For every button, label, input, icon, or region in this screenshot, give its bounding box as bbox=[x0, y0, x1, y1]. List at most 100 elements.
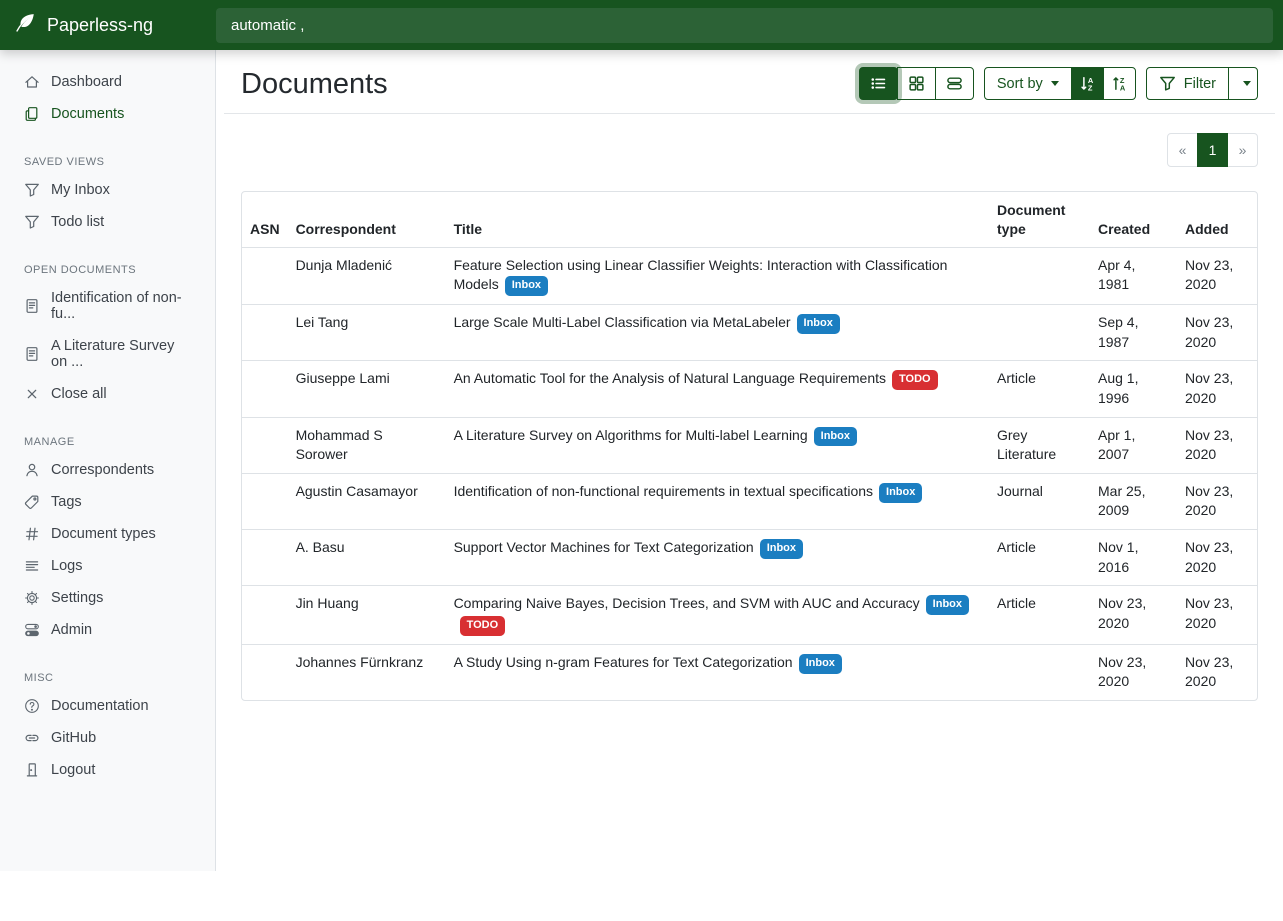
table-row: Giuseppe Lami An Automatic Tool for the A… bbox=[242, 361, 1257, 417]
document-title-link[interactable]: An Automatic Tool for the Analysis of Na… bbox=[454, 370, 886, 386]
brand[interactable]: Paperless-ng bbox=[0, 11, 216, 39]
page-title: Documents bbox=[241, 68, 388, 101]
filter-dropdown-toggle[interactable] bbox=[1228, 67, 1258, 100]
title-cell: An Automatic Tool for the Analysis of Na… bbox=[446, 361, 989, 417]
pagination-prev-button[interactable]: « bbox=[1167, 133, 1198, 167]
pagination-next-button[interactable]: » bbox=[1227, 133, 1258, 167]
sidebar-item-dashboard[interactable]: Dashboard bbox=[0, 66, 215, 98]
pagination-row: «1» bbox=[241, 133, 1258, 167]
correspondent-link[interactable]: Jin Huang bbox=[296, 595, 359, 611]
sidebar-item-admin[interactable]: Admin bbox=[0, 614, 215, 646]
tag-badge-inbox[interactable]: Inbox bbox=[814, 427, 857, 447]
document-title-link[interactable]: A Study Using n-gram Features for Text C… bbox=[454, 654, 793, 670]
document-title-link[interactable]: Identification of non-functional require… bbox=[454, 483, 873, 499]
correspondent-link[interactable]: Agustin Casamayor bbox=[296, 483, 418, 499]
document-title-link[interactable]: Comparing Naive Bayes, Decision Trees, a… bbox=[454, 595, 920, 611]
document-type-cell: Article bbox=[989, 361, 1090, 417]
created-cell: Mar 25, 2009 bbox=[1090, 473, 1177, 529]
added-cell: Nov 23, 2020 bbox=[1177, 361, 1257, 417]
correspondent-cell: Giuseppe Lami bbox=[288, 361, 446, 417]
tag-badge-inbox[interactable]: Inbox bbox=[879, 483, 922, 503]
sidebar-item-a-literature-survey-on[interactable]: A Literature Survey on ... bbox=[0, 330, 215, 378]
title-divider bbox=[224, 113, 1275, 114]
table-row: A. Basu Support Vector Machines for Text … bbox=[242, 529, 1257, 585]
sidebar-item-document-types[interactable]: Document types bbox=[0, 518, 215, 550]
tag-badge-inbox[interactable]: Inbox bbox=[797, 314, 840, 334]
correspondent-link[interactable]: Lei Tang bbox=[296, 314, 349, 330]
title-cell: A Literature Survey on Algorithms for Mu… bbox=[446, 417, 989, 473]
sidebar-item-github[interactable]: GitHub bbox=[0, 722, 215, 754]
added-cell: Nov 23, 2020 bbox=[1177, 586, 1257, 645]
view-list-button[interactable] bbox=[859, 67, 898, 100]
sidebar-item-logs[interactable]: Logs bbox=[0, 550, 215, 582]
sidebar-item-todo-list[interactable]: Todo list bbox=[0, 206, 215, 238]
sidebar-item-documentation[interactable]: Documentation bbox=[0, 690, 215, 722]
gear-icon bbox=[24, 590, 40, 606]
document-type-cell bbox=[989, 247, 1090, 304]
toggles-icon bbox=[24, 622, 40, 638]
asn-cell bbox=[242, 361, 288, 417]
document-title-link[interactable]: A Literature Survey on Algorithms for Mu… bbox=[454, 427, 808, 443]
column-header-created[interactable]: Created bbox=[1090, 192, 1177, 247]
filter-group: Filter bbox=[1146, 67, 1258, 100]
sidebar-item-identification-of-non-fu[interactable]: Identification of non-fu... bbox=[0, 282, 215, 330]
correspondent-cell: Agustin Casamayor bbox=[288, 473, 446, 529]
sidebar-item-correspondents[interactable]: Correspondents bbox=[0, 454, 215, 486]
correspondent-link[interactable]: Mohammad S Sorower bbox=[296, 427, 383, 463]
caret-down-icon bbox=[1051, 81, 1059, 86]
documents-table-card: ASNCorrespondentTitleDocument typeCreate… bbox=[241, 191, 1258, 701]
title-cell: Support Vector Machines for Text Categor… bbox=[446, 529, 989, 585]
hash-icon bbox=[24, 526, 40, 542]
column-header-correspondent[interactable]: Correspondent bbox=[288, 192, 446, 247]
column-header-document-type[interactable]: Document type bbox=[989, 192, 1090, 247]
title-cell: Identification of non-functional require… bbox=[446, 473, 989, 529]
tag-badge-todo[interactable]: TODO bbox=[460, 616, 506, 636]
sort-group: Sort by AZZA bbox=[984, 67, 1136, 100]
correspondent-link[interactable]: Johannes Fürnkranz bbox=[296, 654, 424, 670]
correspondent-link[interactable]: Giuseppe Lami bbox=[296, 370, 390, 386]
sort-up-za-button[interactable]: ZA bbox=[1103, 67, 1136, 100]
correspondent-cell: Johannes Fürnkranz bbox=[288, 644, 446, 700]
sidebar-item-label: Settings bbox=[51, 590, 103, 606]
column-header-asn[interactable]: ASN bbox=[242, 192, 288, 247]
sidebar-item-close-all[interactable]: Close all bbox=[0, 378, 215, 410]
sort-by-button[interactable]: Sort by bbox=[984, 67, 1072, 100]
tag-badge-inbox[interactable]: Inbox bbox=[926, 595, 969, 615]
sort-down-az-button[interactable]: AZ bbox=[1071, 67, 1104, 100]
tag-badge-inbox[interactable]: Inbox bbox=[760, 539, 803, 559]
column-header-title[interactable]: Title bbox=[446, 192, 989, 247]
created-cell: Nov 23, 2020 bbox=[1090, 644, 1177, 700]
funnel-icon bbox=[24, 182, 40, 198]
document-type-cell: Journal bbox=[989, 473, 1090, 529]
global-search-input[interactable] bbox=[216, 8, 1273, 43]
sidebar-item-label: Logout bbox=[51, 762, 95, 778]
sidebar-item-tags[interactable]: Tags bbox=[0, 486, 215, 518]
sidebar-item-label: Close all bbox=[51, 386, 107, 402]
asn-cell bbox=[242, 586, 288, 645]
document-type-cell bbox=[989, 305, 1090, 361]
created-cell: Apr 1, 2007 bbox=[1090, 417, 1177, 473]
sidebar-item-documents[interactable]: Documents bbox=[0, 98, 215, 130]
document-title-link[interactable]: Large Scale Multi-Label Classification v… bbox=[454, 314, 791, 330]
tag-badge-inbox[interactable]: Inbox bbox=[505, 276, 548, 296]
sidebar-item-logout[interactable]: Logout bbox=[0, 754, 215, 786]
pagination: «1» bbox=[1167, 133, 1258, 167]
table-row: Agustin Casamayor Identification of non-f… bbox=[242, 473, 1257, 529]
view-grid-button[interactable] bbox=[897, 67, 936, 100]
correspondent-link[interactable]: Dunja Mladenić bbox=[296, 257, 393, 273]
pagination-page-1[interactable]: 1 bbox=[1197, 133, 1228, 167]
tag-badge-inbox[interactable]: Inbox bbox=[799, 654, 842, 674]
tag-icon bbox=[24, 494, 40, 510]
created-cell: Nov 1, 2016 bbox=[1090, 529, 1177, 585]
tag-badge-todo[interactable]: TODO bbox=[892, 370, 938, 390]
view-details-button[interactable] bbox=[935, 67, 974, 100]
correspondent-link[interactable]: A. Basu bbox=[296, 539, 345, 555]
document-title-link[interactable]: Support Vector Machines for Text Categor… bbox=[454, 539, 754, 555]
filter-button[interactable]: Filter bbox=[1146, 67, 1229, 100]
file-text-icon bbox=[24, 346, 40, 362]
sidebar-item-label: Identification of non-fu... bbox=[51, 290, 191, 322]
sidebar-heading-misc: MISC bbox=[24, 672, 191, 684]
column-header-added[interactable]: Added bbox=[1177, 192, 1257, 247]
sidebar-item-settings[interactable]: Settings bbox=[0, 582, 215, 614]
sidebar-item-my-inbox[interactable]: My Inbox bbox=[0, 174, 215, 206]
